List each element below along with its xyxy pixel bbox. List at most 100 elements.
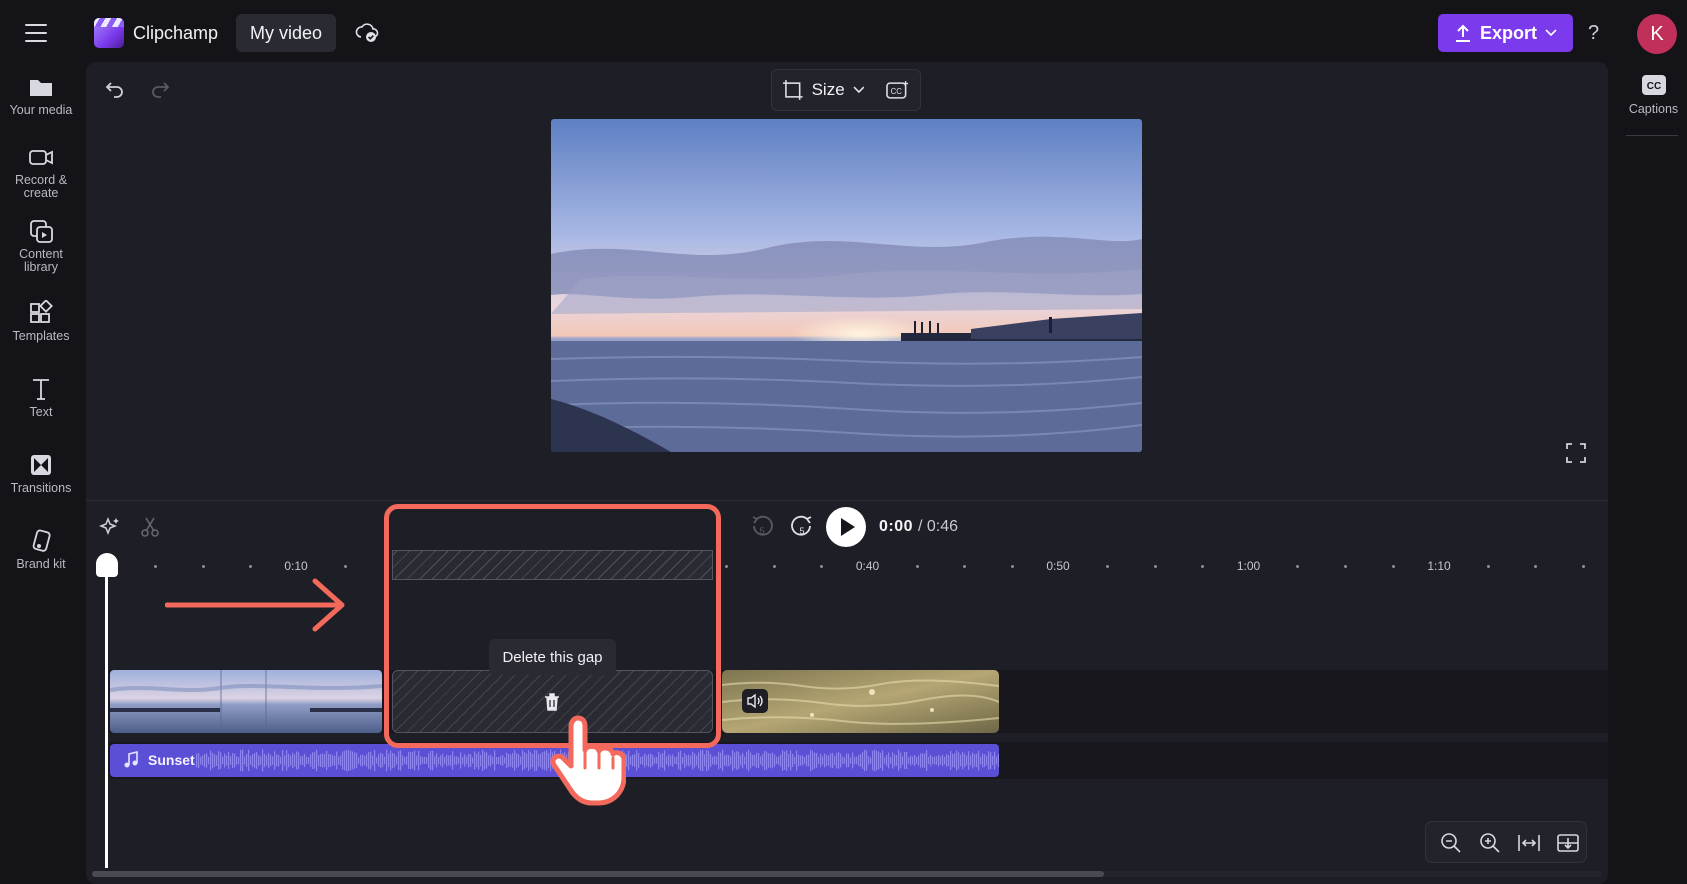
waveform-bar [498, 756, 500, 765]
avatar[interactable]: K [1637, 14, 1677, 54]
sidebar-item-record-create[interactable]: Record & create [0, 144, 82, 200]
expand-timeline-icon[interactable] [1556, 831, 1580, 855]
waveform-bar [632, 754, 634, 767]
waveform-bar [246, 753, 248, 768]
redo-icon[interactable] [148, 78, 172, 102]
ruler-tick-dot [201, 565, 205, 568]
waveform-bar [924, 753, 926, 768]
waveform-bar [714, 755, 716, 766]
waveform-bar [942, 754, 944, 767]
fullscreen-icon[interactable] [1565, 442, 1587, 464]
waveform-bar [676, 756, 678, 765]
waveform-bar [266, 755, 268, 766]
video-clip-sunset[interactable] [110, 670, 382, 733]
hamburger-menu-icon[interactable] [18, 18, 54, 48]
waveform-bar [350, 750, 352, 771]
waveform-bar [670, 755, 672, 766]
brand-kit-icon [32, 529, 51, 552]
waveform-bar [530, 752, 532, 769]
sidebar-item-brand-kit[interactable]: Brand kit [0, 528, 82, 571]
video-preview[interactable] [551, 119, 1142, 452]
waveform-bar [200, 756, 202, 765]
waveform-bar [646, 755, 648, 766]
waveform-bar [332, 755, 334, 766]
waveform-bar [772, 752, 774, 769]
waveform-bar [746, 751, 748, 770]
waveform-bar [702, 749, 704, 772]
waveform-bar [534, 749, 536, 772]
ruler-tick-dot [1391, 565, 1395, 568]
waveform-bar [896, 755, 898, 766]
fit-to-timeline-icon[interactable] [1517, 831, 1541, 855]
waveform-bar [970, 755, 972, 766]
waveform-bar [448, 755, 450, 766]
help-icon[interactable]: ? [1588, 22, 1599, 45]
playhead-handle[interactable] [96, 553, 118, 577]
sidebar-item-your-media[interactable]: Your media [0, 74, 82, 117]
magic-sparkle-icon[interactable] [98, 515, 122, 539]
forward-5-icon[interactable]: 5 [788, 513, 816, 541]
waveform-bar [696, 755, 698, 766]
waveform-bar [454, 756, 456, 765]
waveform-bar [888, 752, 890, 769]
text-icon [33, 379, 49, 400]
sidebar-item-transitions[interactable]: Transitions [0, 452, 82, 495]
undo-icon[interactable] [103, 78, 127, 102]
timeline-scrollbar-thumb[interactable] [92, 871, 1104, 877]
waveform-bar [374, 749, 376, 772]
auto-captions-icon[interactable]: CC [886, 80, 910, 100]
waveform-bar [468, 753, 470, 768]
zoom-in-icon[interactable] [1478, 831, 1502, 855]
waveform-bar [538, 754, 540, 767]
sidebar-item-content-library[interactable]: Content library [0, 218, 82, 274]
waveform-bar [434, 756, 436, 765]
sidebar-item-label: Record & create [14, 173, 68, 200]
sidebar-item-label: Text [29, 405, 53, 419]
playhead-line[interactable] [105, 560, 108, 868]
waveform-bar [338, 756, 340, 765]
crop-resize-icon[interactable] [782, 79, 804, 101]
waveform-bar [722, 749, 724, 772]
waveform-bar [506, 752, 508, 769]
waveform-bar [812, 750, 814, 771]
cloud-saved-icon[interactable] [354, 20, 380, 44]
waveform-bar [204, 753, 206, 768]
project-title[interactable]: My video [236, 14, 336, 52]
waveform-bar [656, 757, 658, 764]
volume-icon[interactable] [742, 689, 768, 713]
waveform-bar [864, 749, 866, 772]
waveform-bar [456, 756, 458, 765]
sidebar-item-text[interactable]: Text [0, 376, 82, 419]
export-button[interactable]: Export [1438, 14, 1573, 52]
waveform-bar [672, 754, 674, 767]
waveform-bar [528, 750, 530, 771]
waveform-bar [364, 755, 366, 766]
sidebar-item-templates[interactable]: Templates [0, 300, 82, 343]
folder-icon [30, 80, 52, 96]
waveform-bar [882, 750, 884, 771]
waveform-bar [874, 749, 876, 772]
waveform-bar [478, 751, 480, 770]
zoom-out-icon[interactable] [1439, 831, 1463, 855]
zoom-controls [1425, 821, 1587, 863]
rewind-5-icon[interactable]: 5 [748, 513, 776, 541]
waveform-bar [388, 753, 390, 768]
waveform-bar [654, 757, 656, 764]
waveform-bar [922, 753, 924, 768]
waveform-bar [960, 754, 962, 767]
waveform-bar [256, 752, 258, 769]
scissors-icon[interactable] [138, 515, 162, 539]
play-button[interactable] [826, 507, 866, 547]
size-button[interactable]: Size [812, 80, 845, 100]
waveform-bar [196, 753, 198, 768]
waveform-bar [728, 754, 730, 767]
waveform-bar [458, 757, 460, 764]
waveform-bar [346, 749, 348, 772]
waveform-bar [294, 754, 296, 767]
waveform-bar [470, 754, 472, 767]
music-note-icon [122, 751, 140, 769]
waveform-bar [798, 754, 800, 767]
waveform-bar [744, 756, 746, 765]
captions-button[interactable]: CC Captions [1620, 74, 1687, 116]
svg-text:CC: CC [891, 87, 903, 96]
